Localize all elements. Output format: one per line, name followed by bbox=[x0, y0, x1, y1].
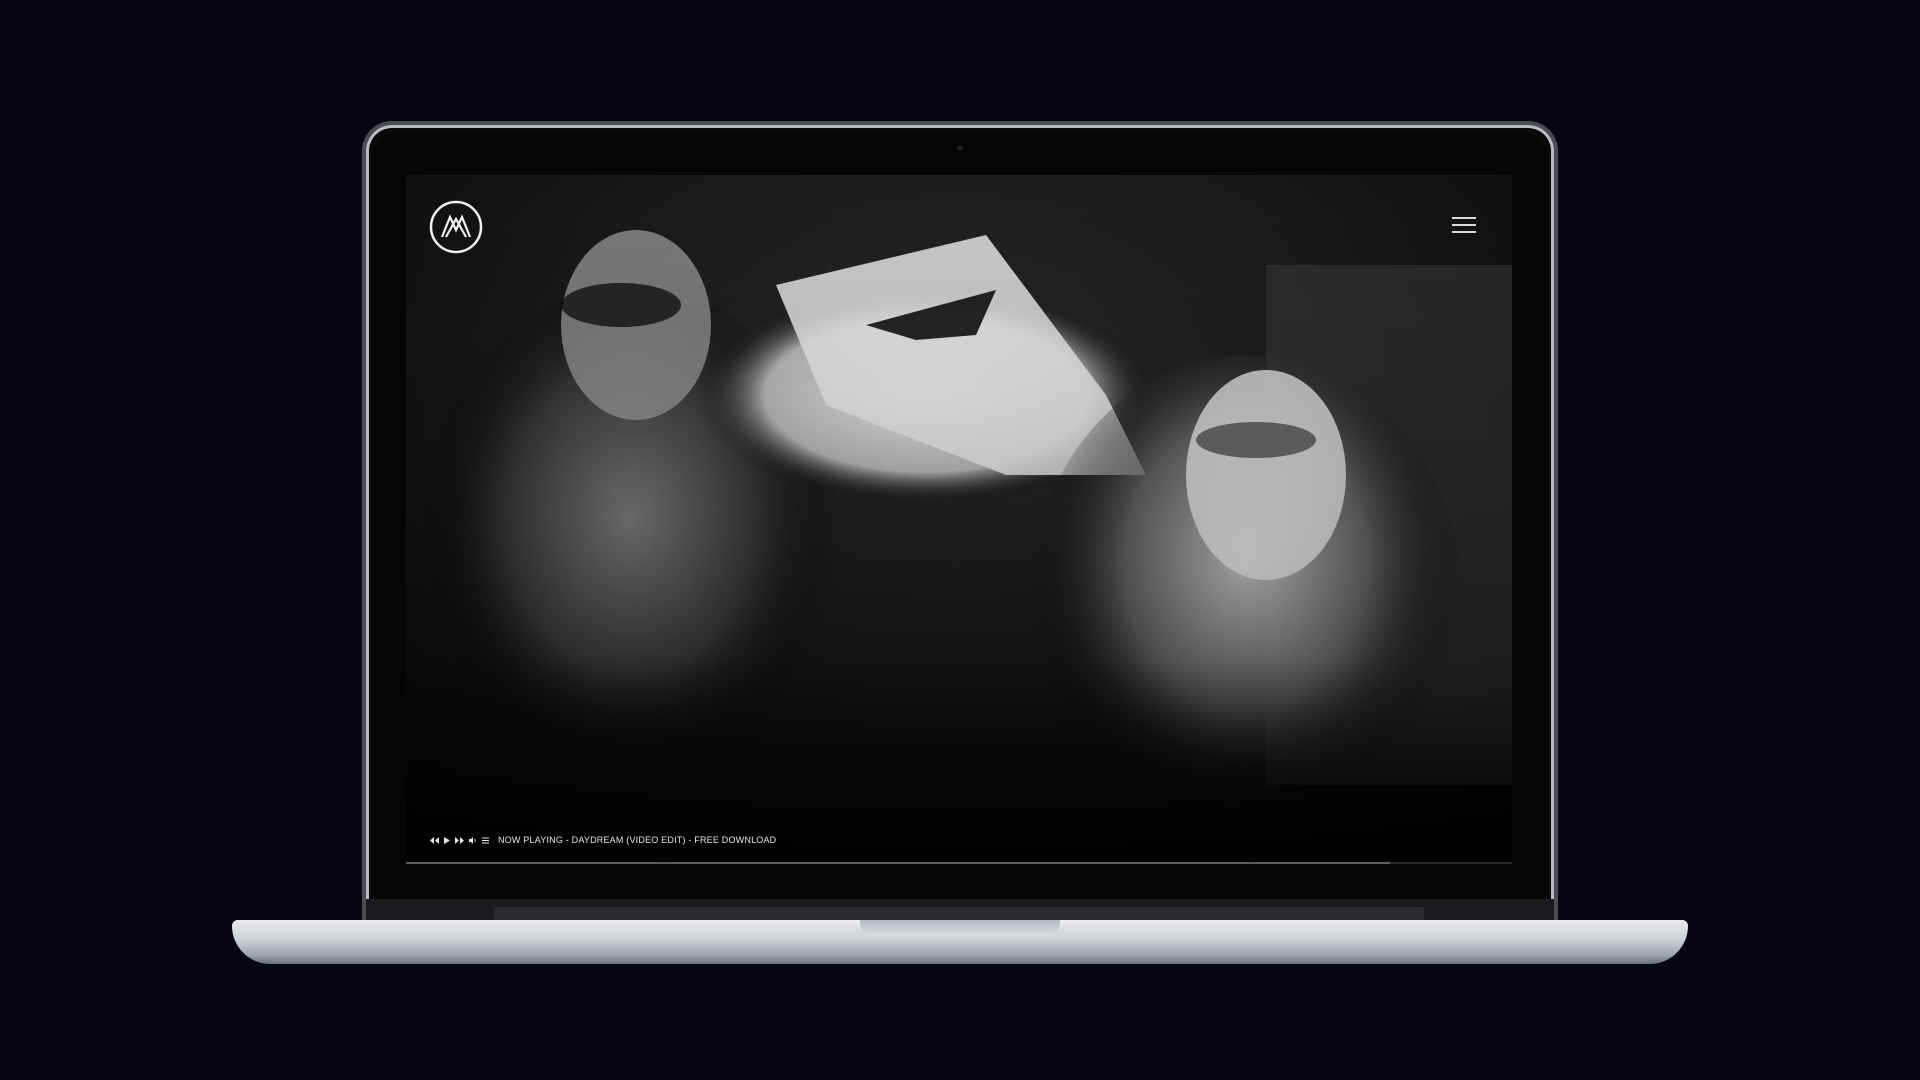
menu-line bbox=[1452, 217, 1476, 219]
audio-player: NOW PLAYING - DAYDREAM (VIDEO EDIT) - FR… bbox=[430, 833, 776, 847]
laptop-hinge bbox=[366, 899, 1554, 921]
band-logo-icon[interactable] bbox=[429, 200, 483, 254]
hero-band-photo bbox=[406, 175, 1512, 865]
fast-forward-icon[interactable] bbox=[455, 836, 464, 844]
menu-line bbox=[1452, 231, 1476, 233]
volume-icon[interactable] bbox=[469, 836, 477, 844]
laptop-notch bbox=[860, 920, 1060, 936]
rewind-icon[interactable] bbox=[430, 836, 439, 844]
track-progress-bar[interactable] bbox=[406, 862, 1512, 864]
now-playing-text[interactable]: NOW PLAYING - DAYDREAM (VIDEO EDIT) - FR… bbox=[498, 835, 776, 845]
laptop-base bbox=[232, 920, 1688, 964]
hamburger-menu-icon[interactable] bbox=[1452, 217, 1476, 235]
playlist-icon[interactable] bbox=[482, 837, 489, 844]
camera-icon bbox=[957, 145, 963, 151]
menu-line bbox=[1452, 224, 1476, 226]
laptop-screen: NOW PLAYING - DAYDREAM (VIDEO EDIT) - FR… bbox=[406, 175, 1512, 865]
hinge-inner bbox=[494, 907, 1424, 921]
play-icon[interactable] bbox=[444, 836, 450, 844]
track-progress-fill bbox=[406, 862, 1391, 864]
